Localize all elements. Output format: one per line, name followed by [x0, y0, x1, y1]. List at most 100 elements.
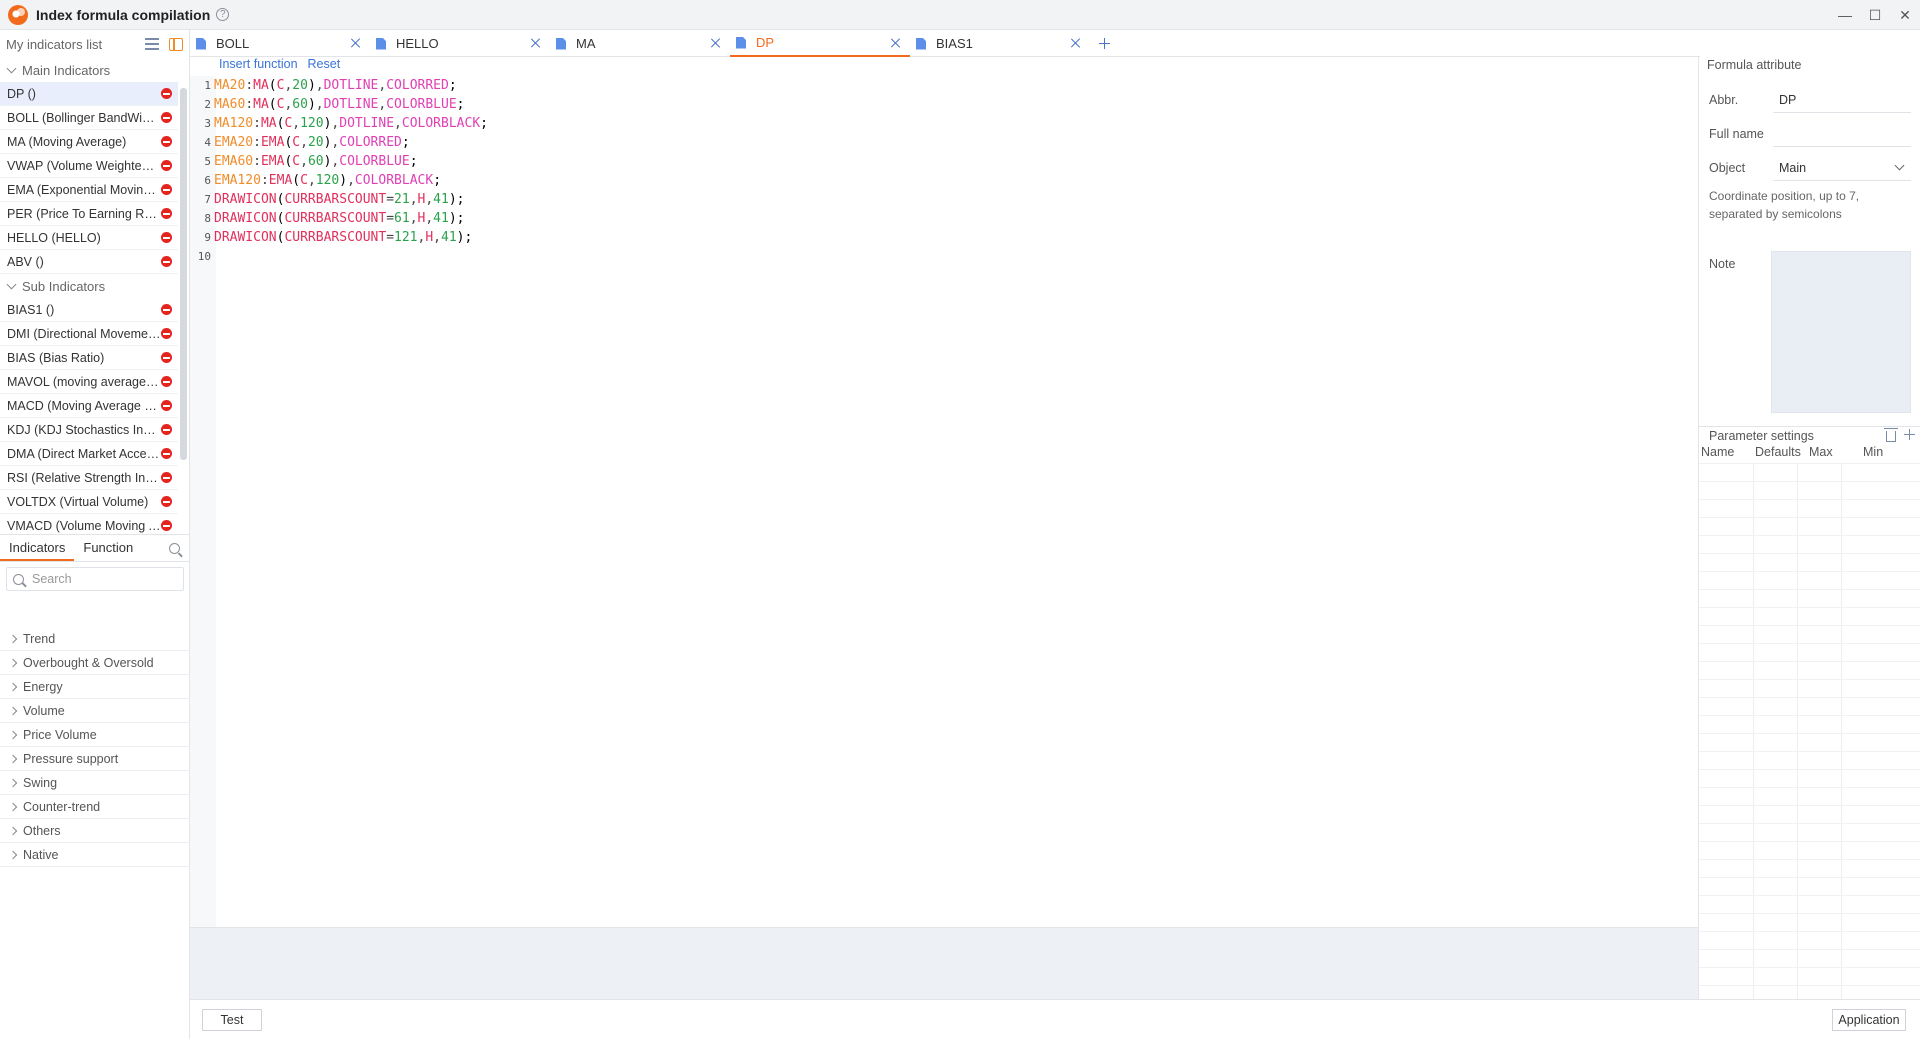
delete-icon[interactable]: [161, 352, 172, 363]
delete-icon[interactable]: [161, 448, 172, 459]
search-toggle-icon[interactable]: [169, 543, 180, 554]
code-token: DRAWICON: [214, 192, 277, 207]
indicator-label: VOLTDX (Virtual Volume): [7, 494, 149, 509]
indicator-list-scrollbar[interactable]: [180, 88, 187, 460]
apply-button[interactable]: Application: [1832, 1009, 1906, 1031]
abbr-input[interactable]: DP: [1773, 87, 1911, 113]
category-item[interactable]: Native: [0, 843, 190, 867]
indicator-item[interactable]: KDJ (KDJ Stochastics Indicator): [0, 418, 178, 442]
delete-icon[interactable]: [161, 328, 172, 339]
close-tab-icon[interactable]: [710, 37, 722, 49]
code-token: ;: [433, 173, 442, 188]
maximize-button[interactable]: ☐: [1860, 0, 1890, 30]
search-input[interactable]: [32, 572, 172, 586]
code-token: 41: [433, 211, 449, 226]
insert-function-link[interactable]: Insert function: [219, 57, 298, 75]
code-line: 7 DRAWICON(CURRBARSCOUNT = 21, H, 41);: [190, 190, 1698, 209]
close-tab-icon[interactable]: [1070, 37, 1082, 49]
indicator-item[interactable]: VOLTDX (Virtual Volume): [0, 490, 178, 514]
indicator-item[interactable]: MACD (Moving Average Convergence Diverge…: [0, 394, 178, 418]
note-textarea[interactable]: [1771, 251, 1911, 413]
delete-icon[interactable]: [161, 376, 172, 387]
code-line: 1 MA20: MA(C, 20), DOTLINE, COLORRED;: [190, 76, 1698, 95]
indicator-item[interactable]: ABV (): [0, 250, 178, 274]
group-header[interactable]: Main Indicators: [0, 58, 188, 82]
code-token: ,: [417, 230, 426, 245]
grid-row-line: [1699, 949, 1920, 950]
minimize-button[interactable]: —: [1830, 0, 1860, 30]
indicator-label: RSI (Relative Strength Index): [7, 470, 161, 485]
code-token: 41: [441, 230, 457, 245]
indicator-item[interactable]: BIAS1 (): [0, 298, 178, 322]
delete-icon[interactable]: [161, 496, 172, 507]
category-item[interactable]: Price Volume: [0, 723, 190, 747]
code-token: MA: [253, 78, 269, 93]
delete-icon[interactable]: [161, 160, 172, 171]
close-tab-icon[interactable]: [350, 37, 362, 49]
category-item[interactable]: Counter-trend: [0, 795, 190, 819]
group-header[interactable]: Sub Indicators: [0, 274, 188, 298]
category-item[interactable]: Pressure support: [0, 747, 190, 771]
category-item[interactable]: Overbought & Oversold: [0, 651, 190, 675]
delete-icon[interactable]: [161, 400, 172, 411]
close-tab-icon[interactable]: [530, 37, 542, 49]
delete-icon[interactable]: [161, 232, 172, 243]
delete-icon[interactable]: [161, 136, 172, 147]
indicator-label: MAVOL (moving average volume): [7, 374, 161, 389]
category-item[interactable]: Others: [0, 819, 190, 843]
code-token: :: [245, 78, 254, 93]
grid-row-line: [1699, 985, 1920, 986]
object-field: Object Main: [1709, 155, 1911, 181]
indicator-item[interactable]: VWAP (Volume Weighted Average Price): [0, 154, 178, 178]
delete-icon[interactable]: [161, 520, 172, 531]
delete-icon[interactable]: [161, 304, 172, 315]
delete-icon[interactable]: [161, 184, 172, 195]
category-item[interactable]: Energy: [0, 675, 190, 699]
close-window-button[interactable]: ✕: [1890, 0, 1920, 30]
add-parameter-icon[interactable]: [1904, 429, 1915, 440]
indicator-item[interactable]: DMI (Directional Movement Index): [0, 322, 178, 346]
category-item[interactable]: Trend: [0, 627, 190, 651]
indicator-item[interactable]: BIAS (Bias Ratio): [0, 346, 178, 370]
indicator-item[interactable]: DP (): [0, 82, 178, 106]
indicator-item[interactable]: MAVOL (moving average volume): [0, 370, 178, 394]
delete-icon[interactable]: [161, 424, 172, 435]
object-select[interactable]: Main: [1773, 155, 1911, 181]
formula-tab[interactable]: HELLO: [370, 30, 550, 57]
delete-icon[interactable]: [161, 256, 172, 267]
formula-tab[interactable]: MA: [550, 30, 730, 57]
delete-icon[interactable]: [161, 208, 172, 219]
delete-icon[interactable]: [161, 112, 172, 123]
indicator-item[interactable]: EMA (Exponential Moving Average): [0, 178, 178, 202]
fullname-input[interactable]: [1773, 121, 1911, 147]
close-tab-icon[interactable]: [890, 37, 902, 49]
add-tab-icon[interactable]: [1090, 30, 1120, 57]
indicator-item[interactable]: BOLL (Bollinger BandWidth): [0, 106, 178, 130]
category-item[interactable]: Volume: [0, 699, 190, 723]
indicator-item[interactable]: MA (Moving Average): [0, 130, 178, 154]
indicator-item[interactable]: HELLO (HELLO): [0, 226, 178, 250]
grid-row-line: [1699, 841, 1920, 842]
indicator-item[interactable]: DMA (Direct Market Access): [0, 442, 178, 466]
delete-icon[interactable]: [161, 472, 172, 483]
tab-function[interactable]: Function: [74, 534, 142, 561]
formula-tab[interactable]: DP: [730, 30, 910, 57]
test-button[interactable]: Test: [202, 1009, 262, 1031]
reset-link[interactable]: Reset: [308, 57, 341, 75]
indicator-item[interactable]: RSI (Relative Strength Index): [0, 466, 178, 490]
help-icon[interactable]: ?: [216, 8, 230, 21]
delete-icon[interactable]: [161, 88, 172, 99]
panel-view-icon[interactable]: [169, 37, 183, 51]
formula-tab[interactable]: BIAS1: [910, 30, 1090, 57]
code-editor[interactable]: 1 MA20: MA(C, 20), DOTLINE, COLORRED; 2 MA60: MA…: [190, 76, 1698, 927]
trash-icon[interactable]: [1884, 428, 1898, 442]
line-number: 7: [204, 193, 211, 206]
list-view-icon[interactable]: [145, 37, 159, 50]
grid-row-line: [1699, 589, 1920, 590]
tab-indicators[interactable]: Indicators: [0, 534, 75, 561]
formula-tab[interactable]: BOLL: [190, 30, 370, 57]
indicator-item[interactable]: PER (Price To Earning Ratio): [0, 202, 178, 226]
category-item[interactable]: Swing: [0, 771, 190, 795]
code-token: ,: [284, 97, 293, 112]
indicator-item[interactable]: VMACD (Volume Moving Average): [0, 514, 178, 534]
